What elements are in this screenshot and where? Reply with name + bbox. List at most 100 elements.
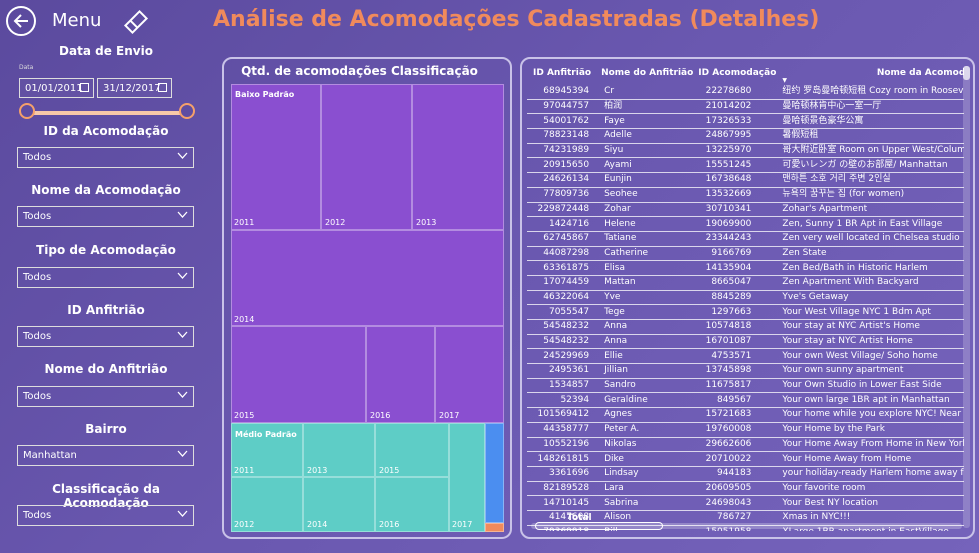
table-cell: 24698043 bbox=[693, 495, 777, 511]
date-start-input[interactable]: 01/01/2011 bbox=[19, 78, 94, 98]
table-row[interactable]: 54001762 Faye 17326533 曼哈顿景色豪华公寓 bbox=[527, 113, 964, 130]
table-row[interactable]: 229872448 Zohar 30710341 Zohar's Apartment bbox=[527, 202, 964, 218]
table-cell: your holiday-ready Harlem home away from… bbox=[776, 466, 964, 482]
treemap-cell-baixo-2016[interactable] bbox=[366, 326, 435, 423]
table-cell: 54548232 bbox=[527, 319, 592, 335]
treemap-title: Qtd. de acomodações Classificação bbox=[241, 64, 478, 78]
table-cell: 20609505 bbox=[693, 481, 777, 497]
table-row[interactable]: 2495361 Jillian 13745898 Your own sunny apa… bbox=[527, 363, 964, 379]
table-cell: Dike bbox=[591, 451, 694, 467]
horizontal-scroll-thumb[interactable] bbox=[535, 522, 663, 530]
table-row[interactable]: 44087298 Catherine 9166769 Zen State bbox=[527, 246, 964, 262]
table-cell: Elisa bbox=[591, 260, 694, 276]
table-cell: Your Home Away From Home in New York bbox=[776, 437, 964, 453]
eraser-icon[interactable] bbox=[122, 8, 150, 36]
treemap-cell-baixo-2014[interactable] bbox=[231, 230, 504, 326]
table-cell: Your own sunny apartment bbox=[776, 363, 964, 379]
table-row[interactable]: 54548232 Anna 10574818 Your stay at NYC Art… bbox=[527, 319, 964, 335]
calendar-icon[interactable] bbox=[158, 83, 167, 92]
treemap-cell-alto[interactable] bbox=[485, 423, 504, 523]
column-header-nome-anfitriao[interactable]: Nome do Anfitrião bbox=[591, 61, 693, 85]
treemap-year-label: 2013 bbox=[307, 466, 328, 475]
table-row[interactable]: 62745867 Tatiane 23344243 Zen very well loc… bbox=[527, 231, 964, 247]
dropdown-nome-acomodacao[interactable]: Todos bbox=[17, 206, 194, 227]
table-row[interactable]: 52394 Geraldine 849567 Your own large 1BR a… bbox=[527, 392, 964, 409]
table-cell: Agnes bbox=[591, 407, 694, 423]
table-cell: Cr bbox=[591, 85, 694, 100]
column-header-id-anfitriao[interactable]: ID Anfitrião bbox=[527, 61, 591, 85]
table-row[interactable]: 7055547 Tege 1297663 Your West Village NYC … bbox=[527, 304, 964, 320]
table-cell: 62745867 bbox=[527, 231, 592, 247]
table-row[interactable]: 1424716 Helene 19069900 Zen, Sunny 1 BR Apt… bbox=[527, 216, 964, 232]
back-button[interactable] bbox=[6, 6, 36, 36]
table-cell: Catherine bbox=[591, 246, 694, 262]
date-slider-end-handle[interactable] bbox=[179, 103, 195, 119]
table-row[interactable]: 1534857 Sandro 11675817 Your Own Studio in … bbox=[527, 378, 964, 394]
table-row[interactable]: 54548232 Anna 16701087 Your stay at NYC Art… bbox=[527, 334, 964, 350]
table-row[interactable]: 10552196 Nikolas 29662606 Your Home Away Fr… bbox=[527, 437, 964, 453]
table-row[interactable]: 24529969 Ellie 4753571 Your own West Villag… bbox=[527, 348, 964, 365]
table-row[interactable]: 14710145 Sabrina 24698043 Your Best NY loca… bbox=[527, 495, 964, 511]
dropdown-classificacao[interactable]: Todos bbox=[17, 505, 194, 526]
table-row[interactable]: 78823148 Adelle 24867995 暑假短租 bbox=[527, 128, 964, 144]
details-table[interactable]: ID Anfitrião Nome do Anfitrião ID Acomod… bbox=[527, 61, 964, 531]
table-cell: 97044757 bbox=[527, 99, 592, 115]
filter-label-nome-anfitriao: Nome do Anfitrião bbox=[44, 362, 168, 376]
treemap-cell-baixo-2013[interactable] bbox=[412, 84, 504, 230]
table-cell: Your home while you explore NYC! Near Ce… bbox=[776, 407, 964, 423]
treemap-cell-baixo-2015[interactable] bbox=[231, 326, 366, 423]
date-end-input[interactable]: 31/12/2017 bbox=[97, 78, 172, 98]
vertical-scroll-thumb[interactable] bbox=[963, 66, 970, 80]
table-cell: 暑假短租 bbox=[776, 128, 964, 144]
treemap-cell-medio-2017[interactable] bbox=[449, 423, 485, 532]
treemap-year-label: 2015 bbox=[379, 466, 400, 475]
table-row[interactable]: 82189528 Lara 20609505 Your favorite room bbox=[527, 481, 964, 497]
dropdown-nome-anfitriao[interactable]: Todos bbox=[17, 386, 194, 407]
table-row[interactable]: 148261815 Dike 20710022 Your Home Away from… bbox=[527, 451, 964, 467]
table-cell: 曼哈顿景色豪华公寓 bbox=[776, 113, 964, 130]
treemap-year-label: 2011 bbox=[234, 218, 255, 227]
table-row[interactable]: 3361696 Lindsay 944183 your holiday-ready H… bbox=[527, 466, 964, 482]
column-header-nome-acomodacao[interactable]: Nome da Acomodação ▼ bbox=[776, 61, 964, 85]
sort-desc-icon[interactable]: ▼ bbox=[782, 77, 787, 84]
table-row[interactable]: 74231989 Siyu 13225970 哥大附近卧室 Room on Upper… bbox=[527, 143, 964, 159]
table-row[interactable]: 24626134 Eunjin 16738648 맨하튼 소호 거리 주변 2인실 bbox=[527, 172, 964, 188]
dropdown-tipo-acomodacao[interactable]: Todos bbox=[17, 267, 194, 288]
treemap-cell-baixo-2017[interactable] bbox=[435, 326, 504, 423]
table-cell: 17326533 bbox=[693, 113, 777, 130]
table-cell: Yve bbox=[591, 290, 694, 306]
table-row[interactable]: 68945394 Cr 22278680 纽约 罗岛曼哈顿短租 Cozy room i… bbox=[527, 85, 964, 100]
table-cell: 10574818 bbox=[693, 319, 777, 335]
vertical-scrollbar[interactable] bbox=[963, 66, 970, 528]
treemap-cell-baixo-2011[interactable] bbox=[231, 84, 321, 230]
table-cell: 柏润 bbox=[591, 99, 694, 115]
treemap-group-label: Baixo Padrão bbox=[235, 90, 295, 99]
table-row[interactable]: 63361875 Elisa 14135904 Zen Bed/Bath in His… bbox=[527, 260, 964, 276]
table-row[interactable]: 97044757 柏润 21014202 曼哈顿林肯中心一室一厅 bbox=[527, 99, 964, 115]
table-row[interactable]: 77809736 Seohee 13532669 뉴욕의 꿈꾸는 집 (for wom… bbox=[527, 187, 964, 203]
table-cell: 944183 bbox=[693, 466, 777, 482]
treemap-cell-baixo-2012[interactable] bbox=[321, 84, 412, 230]
column-header-id-acomodacao[interactable]: ID Acomodação bbox=[693, 61, 776, 85]
calendar-icon[interactable] bbox=[80, 83, 89, 92]
table-cell: Jillian bbox=[591, 363, 694, 379]
table-row[interactable]: 44358777 Peter A. 19760008 Your Home by the… bbox=[527, 422, 964, 438]
table-cell: Your Own Studio in Lower East Side bbox=[776, 378, 964, 394]
treemap-cell-outro[interactable] bbox=[485, 523, 504, 532]
date-slider-track[interactable] bbox=[26, 111, 186, 115]
table-row[interactable]: 17074459 Mattan 8665047 Zen Apartment With … bbox=[527, 275, 964, 291]
menu-label[interactable]: Menu bbox=[52, 10, 101, 31]
table-row[interactable]: 46322064 Yve 8845289 Yve's Getaway bbox=[527, 290, 964, 306]
table-row[interactable]: 20915650 Ayami 15551245 可愛いレンガ の壁のお部屋/ Manh… bbox=[527, 157, 964, 174]
table-cell: 24867995 bbox=[693, 128, 777, 144]
table-cell: 1424716 bbox=[527, 216, 592, 232]
treemap-chart[interactable]: Baixo Padrão 2011 2012 2013 2014 2015 20… bbox=[231, 84, 504, 532]
table-cell: Your Home by the Park bbox=[776, 422, 964, 438]
date-slider-start-handle[interactable] bbox=[19, 103, 35, 119]
dropdown-bairro[interactable]: Manhattan bbox=[17, 445, 194, 466]
dropdown-id-acomodacao[interactable]: Todos bbox=[17, 147, 194, 168]
table-cell: 15551245 bbox=[693, 157, 777, 174]
dropdown-id-anfitriao[interactable]: Todos bbox=[17, 326, 194, 347]
treemap-year-label: 2014 bbox=[307, 520, 328, 529]
table-row[interactable]: 101569412 Agnes 15721683 Your home while yo… bbox=[527, 407, 964, 423]
